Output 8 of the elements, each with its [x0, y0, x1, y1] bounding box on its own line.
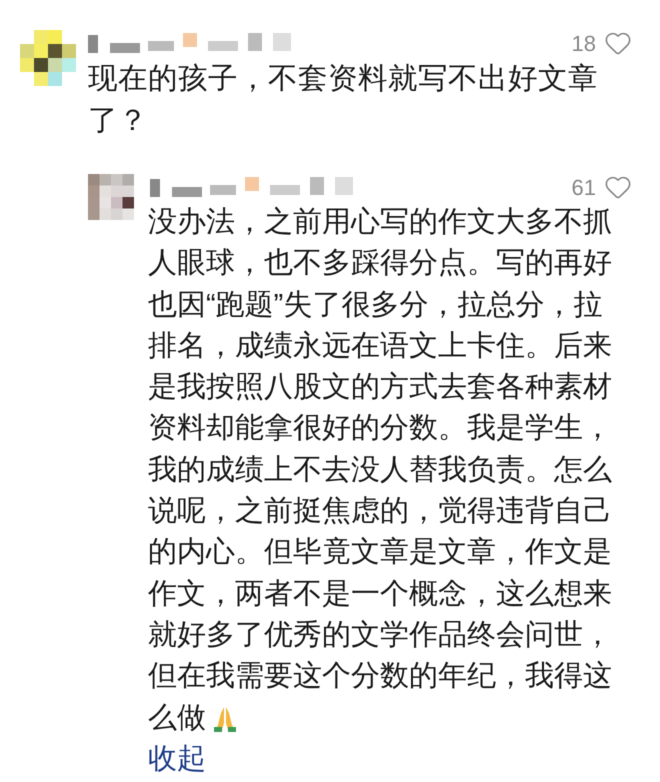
reply-text: 么做: [148, 700, 206, 736]
reply-text: 没办法，之前用心写的作文大多不抓人眼球，也不多踩得分点。写的再好也因“跑题”失了很多分，拉总分，拉排名，成绩永远在语文上卡住。后来是我按照八股文的方式去套各种素材资料却能拿很好的分数。我是学生，我的成绩上不去没人替我负责。怎么说呢，之前挺焦虑的，觉得违背自己的内心。但毕竟文章是文章，作文是作文，两者不是一个概念，这么想来就好多了优秀的文学作品终会问世，但在我需要这个分数的年纪，我得这: [148, 205, 613, 694]
pixelated-avatar: [88, 174, 134, 220]
collapse-link[interactable]: 收起: [148, 738, 206, 779]
comment-text: 现在的孩子，不套资料就写不出好文章了？: [88, 61, 599, 139]
like-count: 61: [572, 174, 596, 202]
like-count: 18: [572, 30, 596, 58]
pixelated-avatar: [20, 30, 76, 86]
